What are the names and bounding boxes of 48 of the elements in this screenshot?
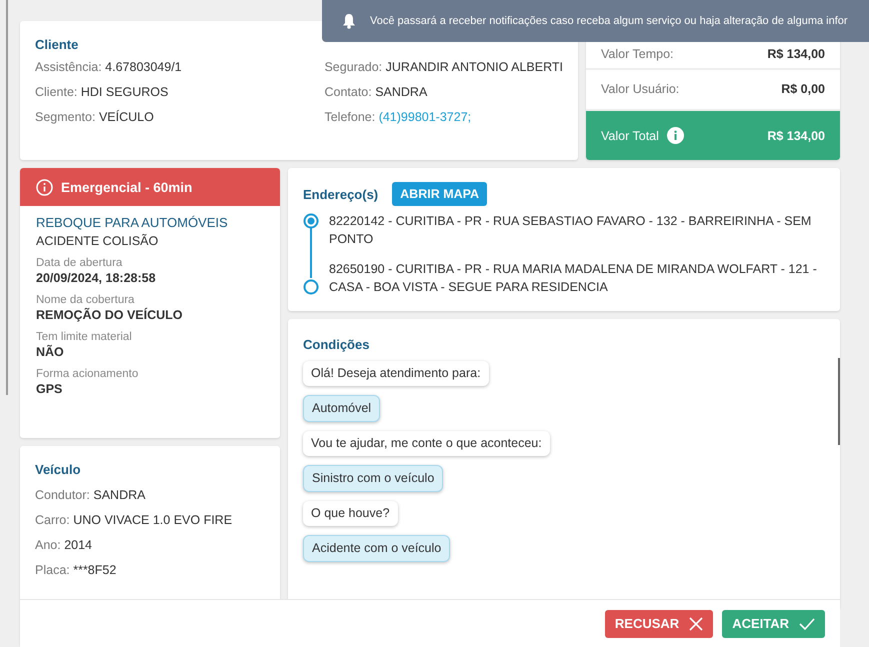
- field-text: Assistência: 4.67803049/1: [35, 59, 183, 76]
- info-icon: [666, 127, 684, 144]
- field-text: Contato: SANDRA: [324, 84, 428, 101]
- notification-text: Você passará a receber notificações caso receba algum serviço ou haja alteração de alguma infor: [370, 15, 848, 27]
- value-label: Valor Tempo:: [601, 46, 674, 60]
- section-title: Endereço(s): [303, 186, 378, 202]
- bell-icon: [342, 13, 356, 29]
- total-label: Valor Total: [601, 128, 659, 142]
- total-amount: R$ 134,00: [767, 128, 825, 142]
- priority-text: Emergencial - 60min: [61, 180, 192, 194]
- field-label: Data de abertura: [36, 257, 124, 269]
- address-text: 82220142 - CURITIBA - PR - RUA SEBASTIAO FAVARO - 132 - BARREIRINHA - SEM PONTO: [329, 213, 812, 248]
- question-bubble: O que houve?: [303, 501, 398, 526]
- answer-bubble: Sinistro com o veículo: [303, 465, 444, 492]
- field-value: 20/09/2024, 18:28:58: [36, 271, 157, 285]
- field-value: NÃO: [36, 345, 65, 359]
- open-map-button[interactable]: ABRIR MAPA: [392, 182, 488, 206]
- info-icon: [36, 178, 53, 196]
- value-amount: R$ 0,00: [781, 82, 825, 96]
- question-bubble: Olá! Deseja atendimento para:: [303, 361, 489, 386]
- field-value: GPS: [36, 382, 64, 396]
- section-title: Veículo: [35, 462, 82, 477]
- answer-bubble: Automóvel: [303, 395, 380, 422]
- field-value: REMOÇÃO DO VEÍCULO: [36, 308, 184, 322]
- field-label: Nome da cobertura: [36, 294, 136, 306]
- field-label: Forma acionamento: [36, 368, 140, 380]
- value-amount: R$ 134,00: [767, 46, 825, 60]
- service-subtitle: ACIDENTE COLISÃO: [36, 234, 160, 248]
- question-bubble: Vou te ajudar, me conte o que aconteceu:: [303, 431, 550, 456]
- field-text: Segmento: VEÍCULO: [35, 109, 155, 126]
- field-text: Placa: ***8F52: [35, 562, 118, 579]
- section-title: Condições: [303, 337, 370, 352]
- field-label: Tem limite material: [36, 331, 133, 343]
- field-text: Segurado: JURANDIR ANTONIO ALBERTI: [324, 59, 563, 76]
- reject-button[interactable]: RECUSAR: [604, 610, 714, 638]
- section-title: Cliente: [35, 37, 80, 52]
- answer-bubble: Acidente com o veículo: [303, 535, 450, 562]
- field-text: Ano: 2014: [35, 537, 93, 554]
- field-text: Carro: UNO VIVACE 1.0 EVO FIRE: [35, 512, 234, 529]
- value-label: Valor Usuário:: [601, 82, 680, 96]
- service-title: REBOQUE PARA AUTOMÓVEIS: [36, 215, 229, 230]
- check-icon: [799, 618, 815, 630]
- field-text: Cliente: HDI SEGUROS: [35, 84, 170, 101]
- accept-button[interactable]: ACEITAR: [722, 610, 825, 638]
- address-text: 82650190 - CURITIBA - PR - RUA MARIA MADALENA DE MIRANDA WOLFART - 121 - CASA - BOA VISTA - SEGUE PARA RESIDENCIA: [329, 261, 818, 296]
- close-icon: [689, 616, 704, 630]
- field-text: Condutor: SANDRA: [35, 487, 146, 504]
- field-text: Telefone: (41)99801-3727;: [324, 109, 472, 126]
